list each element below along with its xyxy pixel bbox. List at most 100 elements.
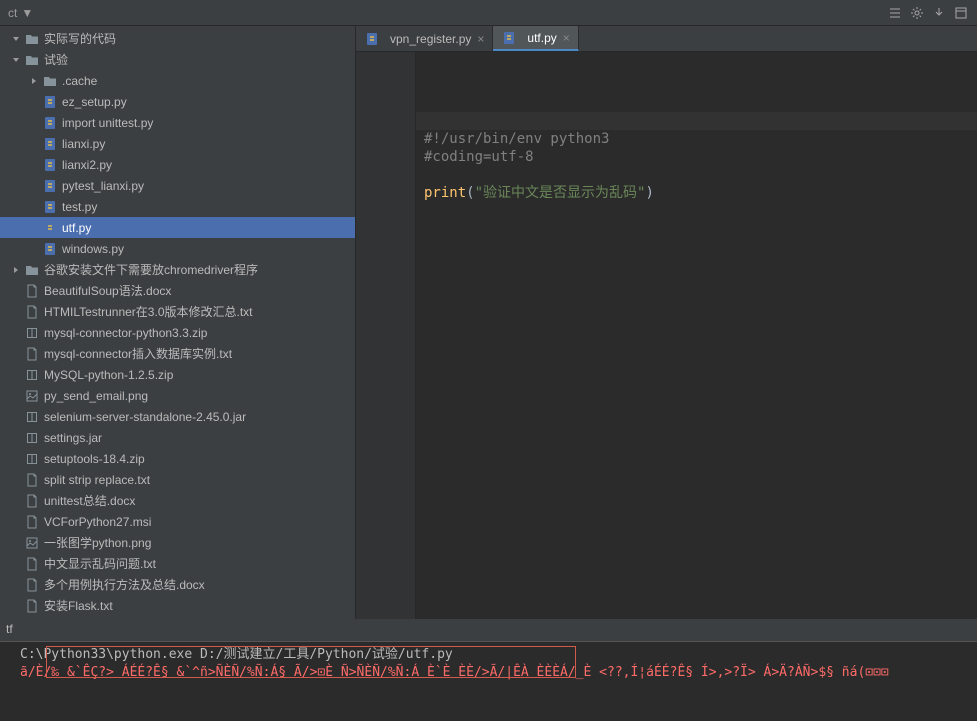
	[28, 117, 40, 129]
close-tab-icon[interactable]: ×	[477, 32, 484, 46]
folder-icon	[24, 52, 40, 68]
editor-area: vpn_register.py×utf.py× #!/usr/bin/env p…	[356, 26, 977, 619]
folder-icon	[42, 73, 58, 89]
tree-item[interactable]: windows.py	[0, 238, 355, 259]
	[28, 222, 40, 234]
expand-arrow-open-icon[interactable]	[10, 54, 22, 66]
archive-icon	[24, 325, 40, 341]
tree-item-label: 实际写的代码	[44, 30, 355, 47]
	[10, 369, 22, 381]
tree-item[interactable]: 中文显示乱码问题.txt	[0, 553, 355, 574]
tree-item[interactable]: lianxi2.py	[0, 154, 355, 175]
tree-item-label: 一张图学python.png	[44, 534, 355, 551]
tree-item-label: unittest总结.docx	[44, 492, 355, 509]
collapse-all-icon[interactable]	[887, 5, 903, 21]
autoscroll-icon[interactable]	[931, 5, 947, 21]
tree-item[interactable]: BeautifulSoup语法.docx	[0, 280, 355, 301]
tree-item-label: 试验	[44, 51, 355, 68]
tree-item[interactable]: settings.jar	[0, 427, 355, 448]
tree-item[interactable]: 一张图学python.png	[0, 532, 355, 553]
file-icon	[24, 556, 40, 572]
tree-item-label: mysql-connector插入数据库实例.txt	[44, 345, 355, 362]
	[28, 138, 40, 150]
tree-item[interactable]: py_send_email.png	[0, 385, 355, 406]
file-icon	[24, 304, 40, 320]
code-line-1: #!/usr/bin/env python3	[424, 131, 609, 147]
tree-item[interactable]: .cache	[0, 70, 355, 91]
	[28, 180, 40, 192]
tree-item[interactable]: MySQL-python-1.2.5.zip	[0, 364, 355, 385]
console-tab[interactable]: tf	[0, 619, 977, 641]
file-icon	[24, 577, 40, 593]
file-icon	[24, 514, 40, 530]
py-icon	[42, 178, 58, 194]
project-selector[interactable]: ct ▼	[8, 6, 33, 20]
	[10, 453, 22, 465]
tree-item[interactable]: 安装Flask.txt	[0, 595, 355, 616]
code-editor[interactable]: #!/usr/bin/env python3 #coding=utf-8 pri…	[416, 52, 977, 619]
expand-arrow-open-icon[interactable]	[10, 33, 22, 45]
py-icon	[42, 115, 58, 131]
editor-tab[interactable]: vpn_register.py×	[356, 26, 493, 51]
run-console[interactable]: C:\Python33\python.exe D:/测试建立/工具/Python…	[0, 641, 977, 721]
tree-item[interactable]: 实际写的代码	[0, 28, 355, 49]
archive-icon	[24, 430, 40, 446]
tree-item[interactable]: HTMILTestrunner在3.0版本修改汇总.txt	[0, 301, 355, 322]
editor-gutter[interactable]	[356, 52, 416, 619]
	[10, 432, 22, 444]
close-tab-icon[interactable]: ×	[563, 31, 570, 45]
tree-item[interactable]: 试验	[0, 49, 355, 70]
	[10, 558, 22, 570]
tree-item[interactable]: selenium-server-standalone-2.45.0.jar	[0, 406, 355, 427]
tree-item[interactable]: VCForPython27.msi	[0, 511, 355, 532]
folder-icon	[24, 31, 40, 47]
tree-item[interactable]: mysql-connector插入数据库实例.txt	[0, 343, 355, 364]
	[10, 285, 22, 297]
	[28, 243, 40, 255]
tree-item-label: split strip replace.txt	[44, 473, 355, 487]
tree-item[interactable]: pytest_lianxi.py	[0, 175, 355, 196]
expand-arrow-closed-icon[interactable]	[28, 75, 40, 87]
tree-item[interactable]: unittest总结.docx	[0, 490, 355, 511]
tree-item[interactable]: import unittest.py	[0, 112, 355, 133]
expand-arrow-closed-icon[interactable]	[10, 264, 22, 276]
tree-item[interactable]: 谷歌安装文件下需要放chromedriver程序	[0, 259, 355, 280]
tree-item[interactable]: utf.py	[0, 217, 355, 238]
tree-item-label: lianxi.py	[62, 137, 355, 151]
editor-tab[interactable]: utf.py×	[493, 26, 578, 51]
folder-icon	[24, 262, 40, 278]
tree-item-label: windows.py	[62, 242, 355, 256]
tree-item[interactable]: 多个用例执行方法及总结.docx	[0, 574, 355, 595]
tree-item-label: BeautifulSoup语法.docx	[44, 282, 355, 299]
	[10, 537, 22, 549]
	[28, 96, 40, 108]
console-command: C:\Python33\python.exe D:/测试建立/工具/Python…	[20, 646, 969, 664]
settings-icon[interactable]	[909, 5, 925, 21]
	[10, 327, 22, 339]
tree-item-label: 谷歌安装文件下需要放chromedriver程序	[44, 261, 355, 278]
	[10, 411, 22, 423]
tree-item[interactable]: ez_setup.py	[0, 91, 355, 112]
	[10, 306, 22, 318]
tree-item-label: 安装Flask.txt	[44, 597, 355, 614]
tree-item-label: setuptools-18.4.zip	[44, 452, 355, 466]
tree-item[interactable]: lianxi.py	[0, 133, 355, 154]
py-icon	[42, 220, 58, 236]
	[10, 516, 22, 528]
project-tool-window[interactable]: 实际写的代码试验 .cacheez_setup.pyimport unittest…	[0, 26, 356, 619]
tree-item[interactable]: split strip replace.txt	[0, 469, 355, 490]
tree-item-label: selenium-server-standalone-2.45.0.jar	[44, 410, 355, 424]
tree-item[interactable]: mysql-connector-python3.3.zip	[0, 322, 355, 343]
file-icon	[24, 493, 40, 509]
tree-item[interactable]: setuptools-18.4.zip	[0, 448, 355, 469]
tree-item-label: lianxi2.py	[62, 158, 355, 172]
hide-icon[interactable]	[953, 5, 969, 21]
file-icon	[24, 283, 40, 299]
py-icon	[364, 31, 380, 47]
	[10, 600, 22, 612]
tree-item-label: VCForPython27.msi	[44, 515, 355, 529]
editor-tabs: vpn_register.py×utf.py×	[356, 26, 977, 52]
tree-item[interactable]: test.py	[0, 196, 355, 217]
tree-item-label: 多个用例执行方法及总结.docx	[44, 576, 355, 593]
file-icon	[24, 346, 40, 362]
